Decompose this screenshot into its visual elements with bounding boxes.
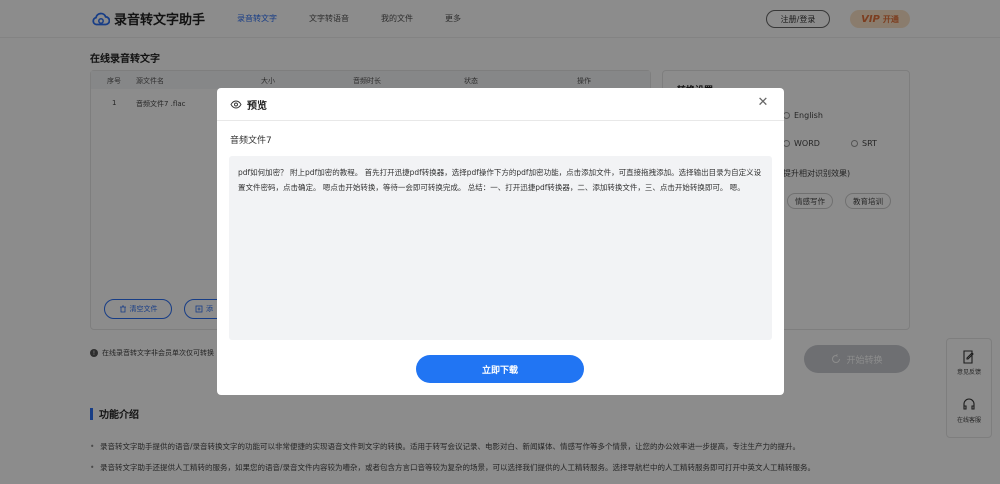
preview-filename: 音频文件7 bbox=[230, 136, 272, 146]
transcript-text: pdf如何加密？ 附上pdf加密的教程。 首先打开迅捷pdf转换器，选择pdf操… bbox=[229, 156, 772, 340]
modal-title-text: 预览 bbox=[247, 101, 267, 112]
download-button[interactable]: 立即下载 bbox=[416, 355, 584, 383]
modal-header: 预览 ✕ bbox=[217, 88, 784, 121]
eye-icon bbox=[230, 100, 242, 109]
close-icon[interactable]: ✕ bbox=[756, 96, 770, 110]
modal-title: 预览 bbox=[230, 97, 267, 112]
preview-modal: 预览 ✕ 音频文件7 pdf如何加密？ 附上pdf加密的教程。 首先打开迅捷pd… bbox=[217, 88, 784, 395]
